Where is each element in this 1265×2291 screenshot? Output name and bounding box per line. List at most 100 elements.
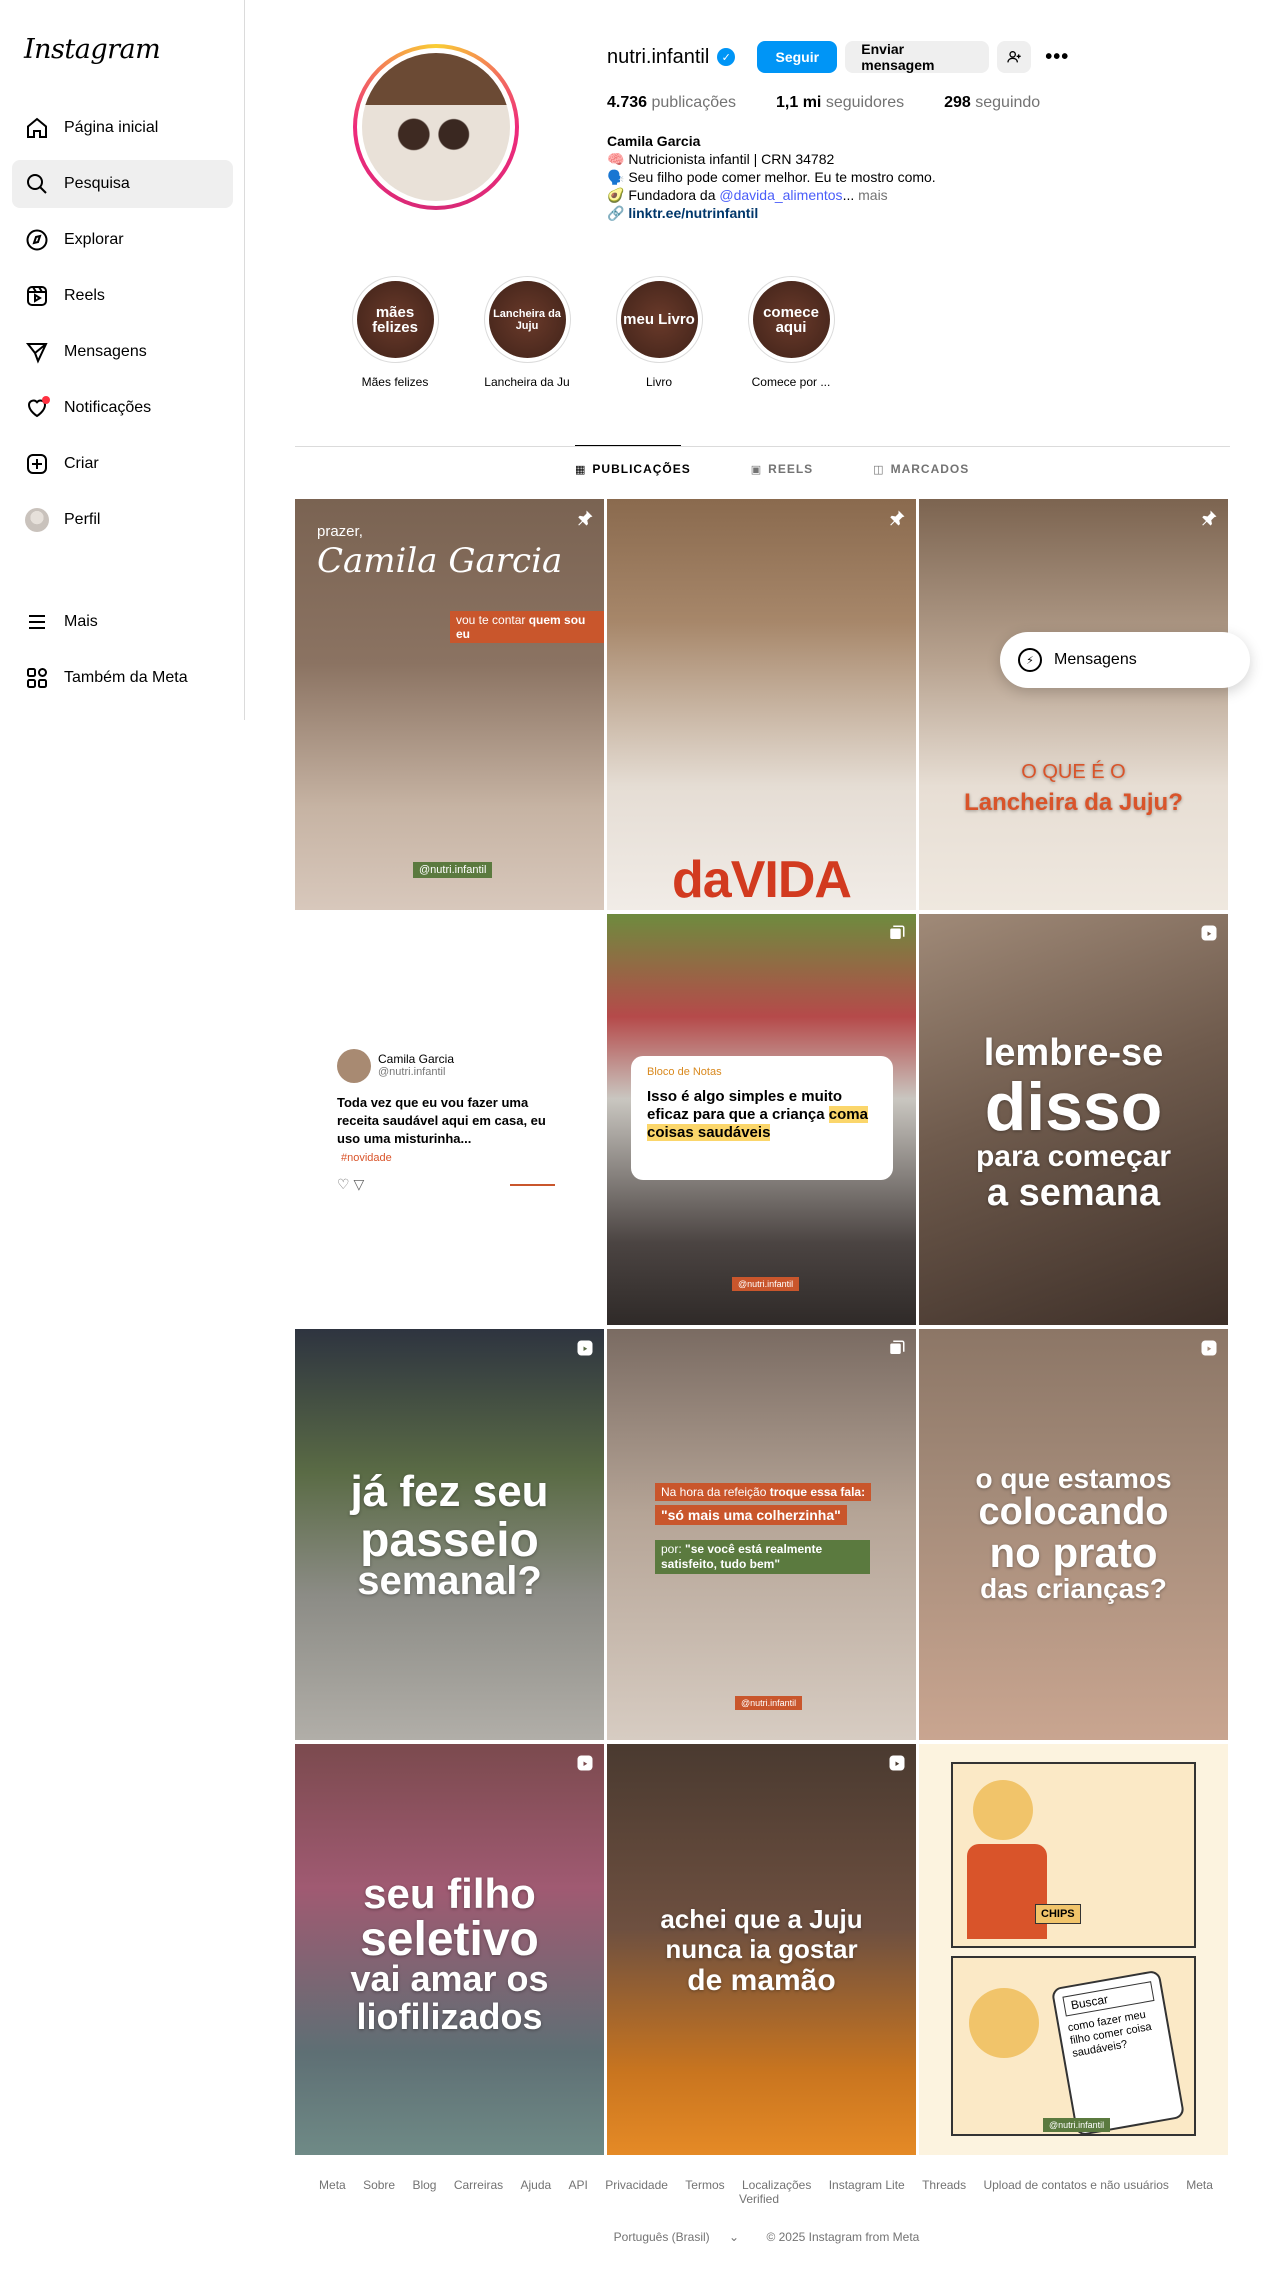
highlight-label: Livro: [645, 375, 672, 389]
posts-count: 4.736 publicações: [607, 94, 736, 111]
tweet-name: Camila Garcia: [378, 1052, 455, 1066]
post-tile[interactable]: CHIPS Buscar como fazer meu filho comer …: [919, 1744, 1228, 2155]
highlight-comece[interactable]: comece aqui Comece por ...: [731, 276, 851, 389]
note-title: Bloco de Notas: [647, 1066, 722, 1078]
following-count[interactable]: 298 seguindo: [944, 94, 1040, 112]
child-illustration: [969, 1988, 1039, 2058]
footer-link[interactable]: Threads: [922, 2178, 966, 2192]
footer-link[interactable]: Termos: [685, 2178, 724, 2192]
profile-header: nutri.infantil ✓ Seguir Enviar mensagem …: [607, 40, 1080, 222]
comic-panel: CHIPS: [951, 1762, 1196, 1948]
profile-full-name: Camila Garcia: [607, 133, 701, 149]
bio-external-link[interactable]: 🔗 linktr.ee/nutrinfantil: [607, 204, 1080, 222]
post-text: prazer,: [317, 523, 363, 540]
footer-link[interactable]: Instagram Lite: [829, 2178, 905, 2192]
messages-label: Mensagens: [1054, 651, 1137, 668]
post-text-tag: "só mais uma colherzinha": [655, 1505, 847, 1525]
tab-reels[interactable]: ▣ REELS: [751, 462, 813, 476]
notification-dot: [42, 396, 50, 404]
profile-stats: 4.736 publicações 1,1 mi seguidores 298 …: [607, 94, 1080, 112]
story-highlights: mães felizes Mães felizes Lancheira da Ju…: [335, 276, 863, 389]
child-illustration: [973, 1780, 1033, 1840]
footer-link[interactable]: Ajuda: [521, 2178, 552, 2192]
sidebar-item-label: Perfil: [64, 511, 101, 528]
reel-icon: [1200, 924, 1218, 942]
highlight-cover: mães felizes: [356, 281, 434, 358]
sidebar: Instagram Página inicial Pesquisa Explor…: [0, 0, 245, 720]
post-tile[interactable]: já fez seu passeio semanal?: [295, 1329, 604, 1740]
post-tile[interactable]: O QUE É O Lancheira da Juju?: [919, 499, 1228, 910]
profile-avatar: [24, 507, 50, 533]
messages-floating-button[interactable]: ⚡ Mensagens: [1000, 632, 1250, 688]
heart-icon: [24, 395, 50, 421]
add-person-icon: [1007, 51, 1021, 63]
footer-link[interactable]: Blog: [412, 2178, 436, 2192]
post-text-tag: Na hora da refeição troque essa fala:: [655, 1483, 872, 1501]
footer-link[interactable]: Upload de contatos e não usuários: [983, 2178, 1168, 2192]
post-brand-logo: daVIDA: [672, 851, 852, 909]
post-text: já fez seu: [350, 1467, 549, 1516]
footer-link[interactable]: Carreiras: [454, 2178, 503, 2192]
tweet-hashtag: #novidade: [341, 1152, 392, 1164]
footer: Meta Sobre Blog Carreiras Ajuda API Priv…: [295, 2178, 1230, 2244]
footer-link[interactable]: Meta: [319, 2178, 346, 2192]
post-handle: @nutri.infantil: [735, 1696, 803, 1710]
post-tile[interactable]: seu filho seletivo vai amar os liofiliza…: [295, 1744, 604, 2155]
footer-link[interactable]: Localizações: [742, 2178, 811, 2192]
sidebar-item-label: Mensagens: [64, 343, 147, 360]
post-tile[interactable]: o que estamos colocando no prato das cri…: [919, 1329, 1228, 1740]
post-text: no prato: [989, 1529, 1158, 1576]
footer-link[interactable]: Privacidade: [605, 2178, 668, 2192]
reel-icon: [1200, 1339, 1218, 1357]
bio-more-link[interactable]: mais: [854, 187, 888, 203]
highlight-label: Lancheira da Ju: [484, 375, 570, 389]
tab-tagged[interactable]: ◫ MARCADOS: [873, 462, 969, 476]
highlight-livro[interactable]: meu Livro Livro: [599, 276, 719, 389]
post-tile[interactable]: daVIDA: [607, 499, 916, 910]
reel-icon: [888, 1754, 906, 1772]
compass-icon: [24, 227, 50, 253]
footer-link[interactable]: Sobre: [363, 2178, 395, 2192]
post-tile[interactable]: Na hora da refeição troque essa fala: "s…: [607, 1329, 916, 1740]
send-message-button[interactable]: Enviar mensagem: [845, 41, 990, 73]
sidebar-item-reels[interactable]: Reels: [12, 272, 233, 320]
language-select[interactable]: Português (Brasil) ⌄: [606, 2230, 747, 2244]
highlight-lancheira[interactable]: Lancheira da Juju Lancheira da Ju: [467, 276, 587, 389]
follow-button[interactable]: Seguir: [757, 41, 838, 73]
post-tile[interactable]: achei que a Juju nunca ia gostar de mamã…: [607, 1744, 916, 2155]
instagram-logo[interactable]: Instagram: [24, 34, 161, 65]
sidebar-item-profile[interactable]: Perfil: [12, 496, 233, 544]
sidebar-item-more[interactable]: Mais: [12, 598, 233, 646]
post-tile[interactable]: prazer, Camila Garcia vou te contar quem…: [295, 499, 604, 910]
carousel-icon: [888, 1339, 906, 1357]
carousel-icon: [888, 924, 906, 942]
post-tile[interactable]: Bloco de Notas Isso é algo simples e mui…: [607, 914, 916, 1325]
sidebar-item-create[interactable]: Criar: [12, 440, 233, 488]
more-options-icon[interactable]: •••: [1045, 46, 1069, 69]
bio-mention-link[interactable]: @davida_alimentos: [719, 187, 842, 203]
tweet-avatar: [337, 1049, 371, 1083]
heart-icon: ♡ ▽: [337, 1176, 365, 1192]
post-text: das crianças?: [980, 1573, 1167, 1604]
sidebar-item-notifications[interactable]: Notificações: [12, 384, 233, 432]
menu-icon: [24, 609, 50, 635]
sidebar-item-meta[interactable]: Também da Meta: [12, 654, 233, 702]
sidebar-item-search[interactable]: Pesquisa: [12, 160, 233, 208]
highlight-maes-felizes[interactable]: mães felizes Mães felizes: [335, 276, 455, 389]
sidebar-item-explore[interactable]: Explorar: [12, 216, 233, 264]
post-text: para começar: [975, 1140, 1172, 1173]
tabs-divider: [295, 446, 1230, 447]
tab-posts[interactable]: ▦ PUBLICAÇÕES: [575, 462, 691, 476]
post-tile[interactable]: lembre-se disso para começar a semana: [919, 914, 1228, 1325]
post-tile[interactable]: Camila Garcia @nutri.infantil Toda vez q…: [295, 914, 604, 1325]
sidebar-item-home[interactable]: Página inicial: [12, 104, 233, 152]
bio-line: 🗣️ Seu filho pode comer melhor. Eu te mo…: [607, 169, 936, 185]
post-text: colocando: [978, 1491, 1169, 1533]
suggest-accounts-button[interactable]: [997, 41, 1032, 73]
followers-count[interactable]: 1,1 mi seguidores: [776, 94, 904, 112]
post-text: disso: [984, 1069, 1163, 1145]
search-icon: [24, 171, 50, 197]
footer-link[interactable]: API: [569, 2178, 588, 2192]
profile-avatar-story-ring[interactable]: [353, 44, 519, 210]
sidebar-item-messages[interactable]: Mensagens: [12, 328, 233, 376]
